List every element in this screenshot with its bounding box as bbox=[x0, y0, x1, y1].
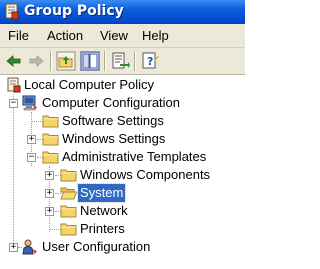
group-policy-scroll-icon bbox=[4, 3, 20, 20]
tree-node-windows-settings[interactable]: + Windows Settings bbox=[0, 130, 245, 148]
tree-node-network[interactable]: + Network bbox=[0, 202, 245, 220]
tree-node-label: Local Computer Policy bbox=[24, 77, 155, 92]
tree-node-label: User Configuration bbox=[42, 239, 151, 254]
help-icon[interactable]: ? bbox=[140, 51, 160, 71]
tree-node-printers[interactable]: Printers bbox=[0, 220, 245, 238]
menu-action[interactable]: Action bbox=[47, 27, 83, 44]
toolbar-separator bbox=[134, 51, 136, 71]
tree-node-administrative-templates[interactable]: − Administrative Templates bbox=[0, 148, 245, 166]
tree-node-label: Windows Settings bbox=[62, 131, 166, 146]
forward-icon[interactable] bbox=[26, 51, 46, 71]
tree-node-label: Computer Configuration bbox=[42, 95, 181, 110]
tree-node-user-configuration[interactable]: + User Configuration bbox=[0, 238, 245, 256]
menu-file[interactable]: File bbox=[8, 27, 29, 44]
collapse-toggle[interactable]: − bbox=[27, 153, 36, 162]
tree-node-system[interactable]: + System bbox=[0, 183, 245, 203]
group-policy-window: Group Policy File Action View Help ? Loc… bbox=[0, 0, 245, 269]
expand-toggle[interactable]: + bbox=[45, 171, 54, 180]
show-hide-tree-icon[interactable] bbox=[80, 51, 100, 71]
toolbar-separator bbox=[50, 51, 52, 71]
back-icon[interactable] bbox=[4, 51, 24, 71]
policy-tree: Local Computer Policy − Computer Configu… bbox=[0, 76, 245, 269]
user-icon bbox=[22, 239, 39, 259]
export-list-icon[interactable] bbox=[110, 51, 130, 71]
tree-node-software-settings[interactable]: Software Settings bbox=[0, 112, 245, 130]
toolbar: ? bbox=[0, 48, 245, 75]
expand-toggle[interactable]: + bbox=[9, 243, 18, 252]
tree-node-label: Printers bbox=[80, 221, 125, 236]
tree-node-label: Windows Components bbox=[80, 167, 211, 182]
tree-node-computer-configuration[interactable]: − Computer Configuration bbox=[0, 94, 245, 112]
menu-view[interactable]: View bbox=[100, 27, 128, 44]
menu-bar: File Action View Help bbox=[0, 24, 245, 48]
up-folder-icon[interactable] bbox=[56, 51, 76, 71]
title-bar[interactable]: Group Policy bbox=[0, 0, 245, 24]
tree-node-local-computer-policy[interactable]: Local Computer Policy bbox=[0, 76, 245, 94]
tree-node-label: Network bbox=[80, 203, 128, 218]
expand-toggle[interactable]: + bbox=[45, 189, 54, 198]
expand-toggle[interactable]: + bbox=[27, 135, 36, 144]
collapse-toggle[interactable]: − bbox=[9, 99, 18, 108]
menu-help[interactable]: Help bbox=[142, 27, 169, 44]
toolbar-separator bbox=[104, 51, 106, 71]
tree-node-label: Software Settings bbox=[62, 113, 164, 128]
tree-node-windows-components[interactable]: + Windows Components bbox=[0, 166, 245, 184]
expand-toggle[interactable]: + bbox=[45, 207, 54, 216]
window-title: Group Policy bbox=[24, 3, 124, 19]
svg-text:?: ? bbox=[147, 55, 153, 68]
tree-node-label: Administrative Templates bbox=[62, 149, 207, 164]
tree-node-label: System bbox=[76, 183, 127, 203]
